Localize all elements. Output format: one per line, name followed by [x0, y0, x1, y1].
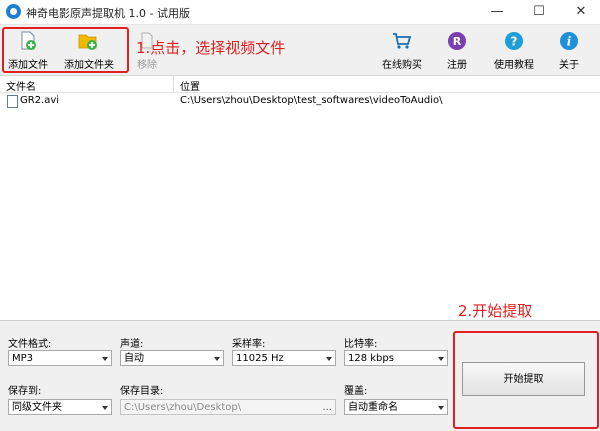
buy-online-label: 在线购买 [382, 60, 422, 71]
buy-online-button[interactable]: 在线购买 [378, 25, 426, 75]
shopping-cart-icon [393, 33, 412, 49]
file-list: 文件名 位置 GR2.avi C:\Users\zhou\Desktop\tes… [0, 76, 600, 321]
savedir-label: 保存目录: [120, 386, 164, 397]
bitrate-select[interactable]: 128 kbps [344, 350, 448, 366]
register-button[interactable]: R 注册 [440, 25, 474, 75]
overwrite-label: 覆盖: [344, 386, 368, 397]
table-row[interactable]: GR2.avi C:\Users\zhou\Desktop\test_softw… [0, 93, 600, 109]
channel-value: 自动 [124, 353, 144, 364]
file-list-header: 文件名 位置 [0, 76, 600, 93]
bitrate-value: 128 kbps [348, 353, 394, 364]
close-button[interactable]: ✕ [566, 0, 596, 24]
channel-select[interactable]: 自动 [120, 350, 224, 366]
row-location: C:\Users\zhou\Desktop\test_softwares\vid… [180, 95, 443, 106]
column-header-filename[interactable]: 文件名 [6, 78, 36, 93]
chevron-down-icon [438, 406, 444, 410]
title-bar: 神奇电影原声提取机 1.0 - 试用版 — ☐ ✕ [0, 0, 600, 25]
minimize-button[interactable]: — [482, 0, 512, 24]
samplerate-value: 11025 Hz [236, 353, 284, 364]
savedir-input[interactable]: C:\Users\zhou\Desktop\ ... [120, 399, 336, 415]
svg-text:?: ? [511, 35, 518, 49]
annotation-step2: 2.开始提取 [458, 302, 533, 320]
row-filename: GR2.avi [20, 95, 60, 106]
overwrite-select[interactable]: 自动重命名 [344, 399, 448, 415]
column-header-location[interactable]: 位置 [180, 78, 200, 93]
saveto-select[interactable]: 同级文件夹 [8, 399, 112, 415]
chevron-down-icon [102, 357, 108, 361]
svg-text:i: i [567, 35, 572, 49]
browse-button[interactable]: ... [322, 400, 332, 414]
bitrate-label: 比特率: [344, 339, 378, 350]
saveto-value: 同级文件夹 [12, 402, 62, 413]
maximize-button[interactable]: ☐ [524, 0, 554, 24]
help-icon: ? [505, 32, 523, 50]
format-select[interactable]: MP3 [8, 350, 112, 366]
savedir-value: C:\Users\zhou\Desktop\ [124, 402, 242, 413]
info-icon: i [560, 32, 578, 50]
chevron-down-icon [214, 357, 220, 361]
column-separator [173, 76, 174, 92]
start-extract-button[interactable]: 开始提取 [462, 362, 585, 396]
about-button[interactable]: i 关于 [552, 25, 586, 75]
chevron-down-icon [326, 357, 332, 361]
highlight-box-add [2, 27, 129, 73]
register-icon: R [448, 32, 466, 50]
app-icon [6, 4, 21, 19]
samplerate-label: 采样率: [232, 339, 266, 350]
chevron-down-icon [102, 406, 108, 410]
register-label: 注册 [447, 60, 467, 71]
annotation-step1: 1.点击，选择视频文件 [136, 39, 286, 57]
overwrite-value: 自动重命名 [348, 402, 398, 413]
channel-label: 声道: [120, 339, 144, 350]
saveto-label: 保存到: [8, 386, 42, 397]
format-label: 文件格式: [8, 339, 52, 350]
about-label: 关于 [559, 60, 579, 71]
svg-text:R: R [453, 35, 462, 48]
chevron-down-icon [438, 357, 444, 361]
format-value: MP3 [12, 353, 34, 364]
samplerate-select[interactable]: 11025 Hz [232, 350, 336, 366]
remove-label: 移除 [137, 60, 157, 71]
file-icon [7, 95, 18, 108]
window-title: 神奇电影原声提取机 1.0 - 试用版 [26, 7, 190, 20]
tutorial-label: 使用教程 [494, 60, 534, 71]
tutorial-button[interactable]: ? 使用教程 [490, 25, 538, 75]
